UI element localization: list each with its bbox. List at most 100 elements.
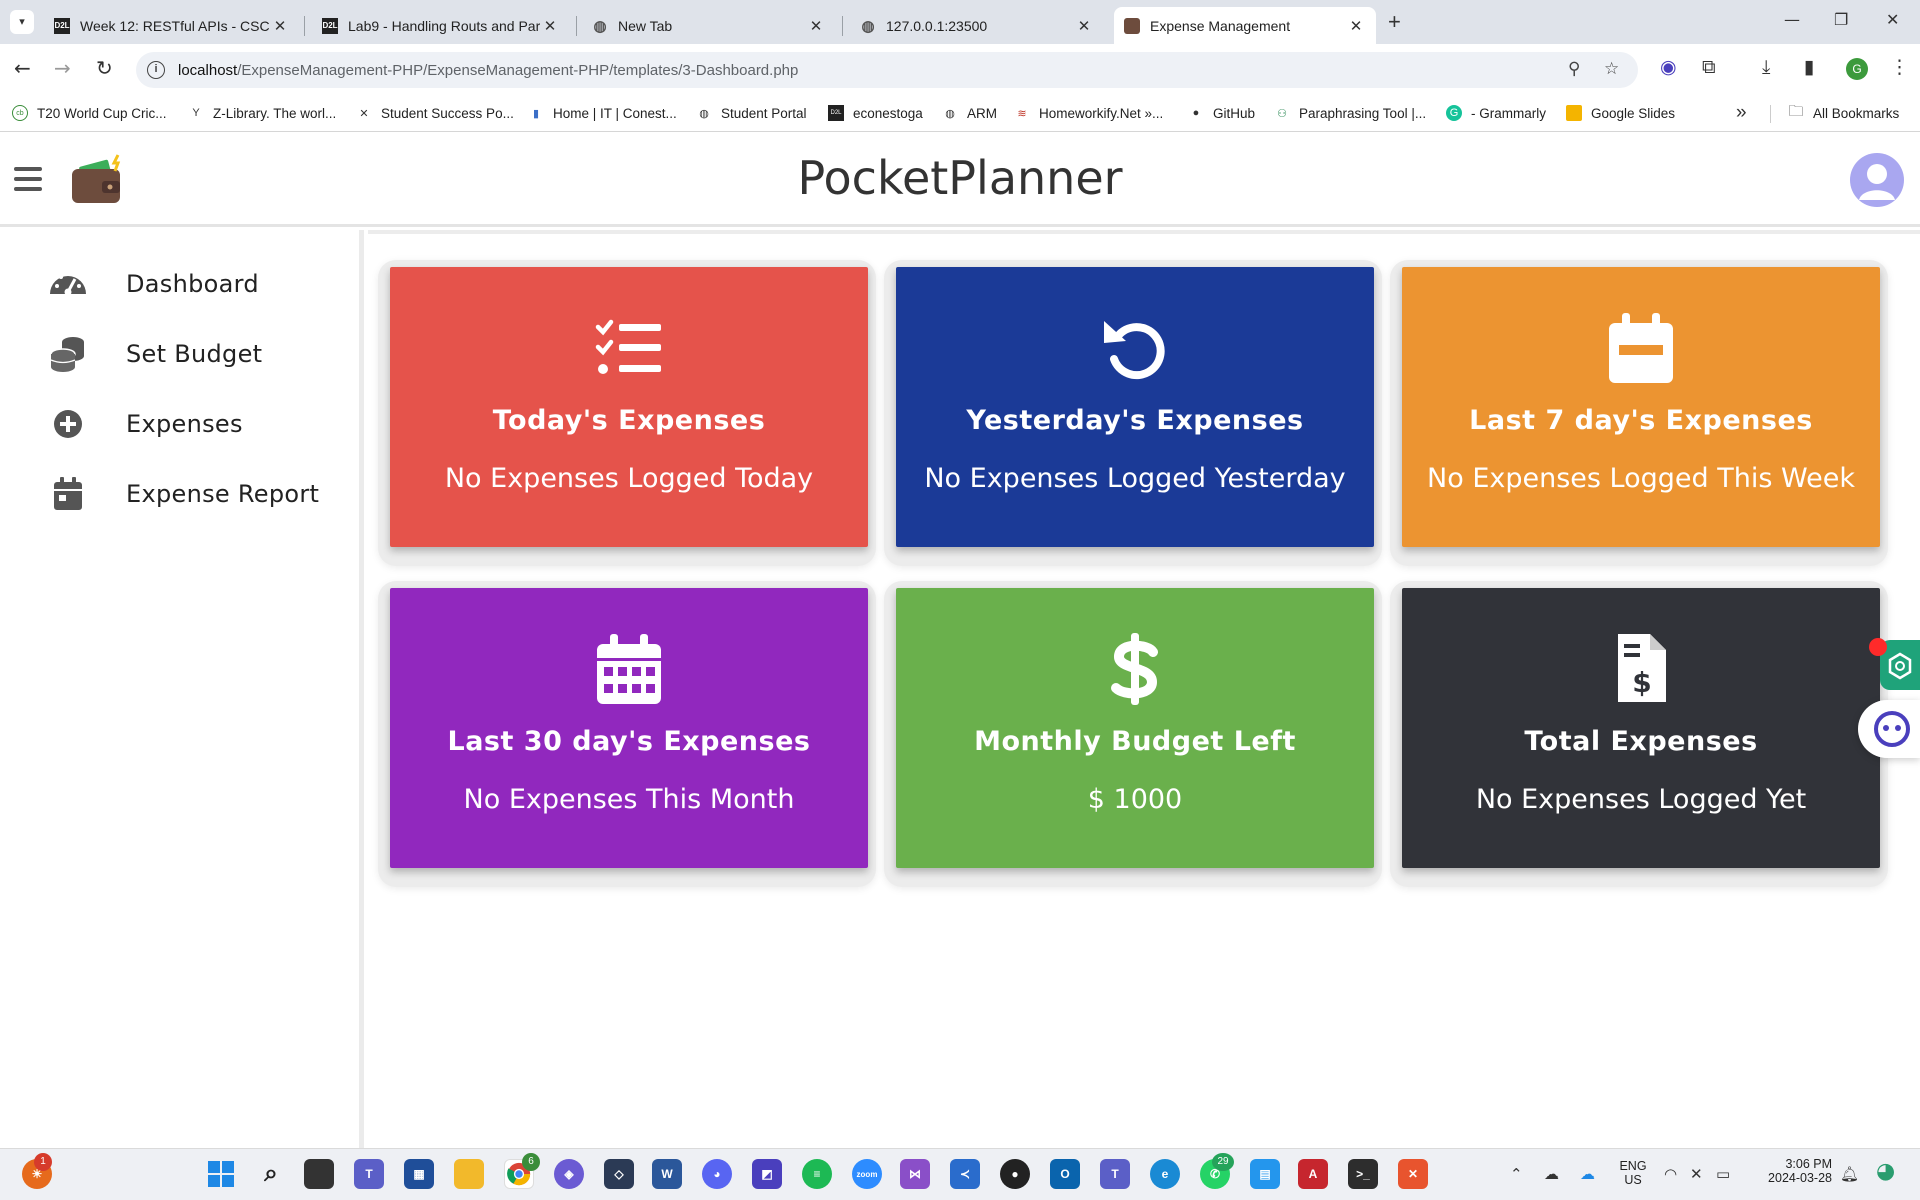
close-tab-icon[interactable]: ✕: [1074, 17, 1094, 35]
vs-code-icon[interactable]: ≺: [950, 1159, 980, 1189]
restore-icon[interactable]: ❐: [1834, 10, 1848, 29]
bookmark-item[interactable]: ✕ Student Success Po...: [356, 105, 513, 121]
more-bookmarks-icon[interactable]: »: [1736, 102, 1747, 124]
last-30-days-expenses-card[interactable]: Last 30 day's Expenses No Expenses This …: [390, 588, 868, 868]
site-info-icon[interactable]: i: [147, 61, 165, 79]
github-desktop-icon[interactable]: ●: [1000, 1159, 1030, 1189]
last-7-days-expenses-card[interactable]: Last 7 day's Expenses No Expenses Logged…: [1402, 267, 1880, 547]
forward-arrow-icon[interactable]: →: [54, 56, 71, 80]
wifi-icon[interactable]: ◠: [1664, 1165, 1677, 1183]
word-icon[interactable]: W: [652, 1159, 682, 1189]
language-indicator[interactable]: ENG US: [1616, 1159, 1650, 1187]
card-title: Monthly Budget Left: [974, 726, 1296, 757]
sidebar-item-dashboard[interactable]: Dashboard: [10, 256, 350, 312]
browser-tab-2[interactable]: D2L Lab9 - Handling Routs and Par ✕: [312, 7, 570, 44]
close-tab-icon[interactable]: ✕: [1346, 17, 1366, 35]
windows-start-icon[interactable]: [206, 1159, 236, 1189]
yesterdays-expenses-card[interactable]: Yesterday's Expenses No Expenses Logged …: [896, 267, 1374, 547]
zlibrary-icon: Y: [192, 107, 200, 119]
todays-expenses-card[interactable]: Today's Expenses No Expenses Logged Toda…: [390, 267, 868, 547]
close-tab-icon[interactable]: ✕: [270, 17, 290, 35]
edge-icon[interactable]: e: [1150, 1159, 1180, 1189]
docker-icon[interactable]: ▤: [1250, 1159, 1280, 1189]
teams-new-icon[interactable]: T: [1100, 1159, 1130, 1189]
card-value: No Expenses Logged Today: [444, 463, 814, 494]
bookmark-item[interactable]: ⚇ Paraphrasing Tool |...: [1274, 105, 1426, 121]
close-window-icon[interactable]: ✕: [1886, 10, 1899, 29]
card-title: Yesterday's Expenses: [966, 405, 1304, 436]
teams-icon[interactable]: T: [354, 1159, 384, 1189]
total-expenses-card[interactable]: $ Total Expenses No Expenses Logged Yet: [1402, 588, 1880, 868]
spotify-icon[interactable]: ≡: [802, 1159, 832, 1189]
card-container-today: Today's Expenses No Expenses Logged Toda…: [378, 260, 876, 566]
reload-icon[interactable]: ↻: [96, 56, 113, 80]
browser-tab-active[interactable]: Expense Management ✕: [1114, 7, 1376, 44]
download-icon[interactable]: ⤓: [1762, 56, 1770, 78]
all-bookmarks-button[interactable]: 🗀 All Bookmarks: [1788, 103, 1899, 121]
back-arrow-icon[interactable]: ←: [14, 56, 31, 80]
outlook-icon[interactable]: O: [1050, 1159, 1080, 1189]
discord-icon[interactable]: ◕: [702, 1159, 732, 1189]
zoom-icon[interactable]: ⚲: [1568, 59, 1580, 79]
visual-studio-icon[interactable]: ⋈: [900, 1159, 930, 1189]
clock[interactable]: 3:06 PM 2024-03-28: [1746, 1157, 1832, 1185]
side-panel-icon[interactable]: ▮: [1804, 56, 1814, 78]
plus-circle-icon: [48, 404, 88, 444]
browser-menu-icon[interactable]: ⋮: [1890, 56, 1909, 78]
task-view-icon[interactable]: [304, 1159, 334, 1189]
battery-icon[interactable]: ▭: [1716, 1165, 1730, 1183]
file-explorer-icon[interactable]: [454, 1159, 484, 1189]
globe-icon: ◍: [861, 17, 875, 35]
bookmark-item[interactable]: Y Z-Library. The worl...: [188, 105, 336, 121]
show-hidden-icons-icon[interactable]: ⌃: [1510, 1165, 1523, 1183]
bookmark-item[interactable]: ◍ Student Portal: [696, 105, 806, 121]
monthly-budget-left-card[interactable]: Monthly Budget Left $ 1000: [896, 588, 1374, 868]
bookmark-item[interactable]: ▮ Home | IT | Conest...: [528, 105, 677, 121]
xampp-icon[interactable]: ✕: [1398, 1159, 1428, 1189]
sidebar-item-set-budget[interactable]: Set Budget: [10, 326, 350, 382]
bookmark-item[interactable]: ≋ Homeworkify.Net »...: [1014, 105, 1163, 121]
search-icon[interactable]: ⌕: [256, 1159, 286, 1189]
browser-tab-3[interactable]: ◍ New Tab ✕: [582, 7, 836, 44]
browser-tab-4[interactable]: ◍ 127.0.0.1:23500 ✕: [850, 7, 1104, 44]
bookmark-item[interactable]: Google Slides: [1566, 105, 1675, 121]
notification-bell-icon[interactable]: 🔔︎: [1840, 1165, 1859, 1183]
new-tab-button[interactable]: +: [1388, 9, 1401, 35]
acrobat-icon[interactable]: A: [1298, 1159, 1328, 1189]
onedrive-icon[interactable]: ☁: [1544, 1165, 1559, 1183]
linear-icon[interactable]: ◩: [752, 1159, 782, 1189]
extension-assistant-icon[interactable]: ◉: [1660, 56, 1677, 78]
close-tab-icon[interactable]: ✕: [540, 17, 560, 35]
browser-tab-1[interactable]: D2L Week 12: RESTful APIs - CSCN7 ✕: [44, 7, 300, 44]
close-tab-icon[interactable]: ✕: [806, 17, 826, 35]
tab-search-button[interactable]: ▾: [10, 10, 34, 34]
invoice-dollar-icon: $: [1402, 632, 1880, 706]
minimize-icon[interactable]: —: [1784, 10, 1800, 29]
bookmark-item[interactable]: G- Grammarly: [1446, 105, 1546, 121]
bookmark-star-icon[interactable]: ☆: [1604, 59, 1619, 79]
bookmark-item[interactable]: ● GitHub: [1188, 105, 1255, 121]
bookmark-item[interactable]: cb T20 World Cup Cric...: [12, 105, 167, 121]
extensions-puzzle-icon[interactable]: ⧉: [1702, 56, 1716, 78]
copilot-icon[interactable]: ◈: [554, 1159, 584, 1189]
address-bar[interactable]: i localhost/ExpenseManagement-PHP/Expens…: [136, 52, 1638, 88]
profile-avatar-button[interactable]: G: [1846, 58, 1868, 80]
chrome-badge: 6: [522, 1153, 540, 1171]
terminal-icon[interactable]: >_: [1348, 1159, 1378, 1189]
sidebar-item-expense-report[interactable]: Expense Report: [10, 466, 350, 522]
onedrive-business-icon[interactable]: ☁: [1580, 1165, 1595, 1183]
sidebar-item-expenses[interactable]: Expenses: [10, 396, 350, 452]
zoom-icon[interactable]: zoom: [852, 1159, 882, 1189]
card-container-month: Last 30 day's Expenses No Expenses This …: [378, 581, 876, 887]
store-icon[interactable]: ▦: [404, 1159, 434, 1189]
bookmark-item[interactable]: D2L econestoga: [828, 105, 923, 121]
extension-assistant-floating-icon[interactable]: [1858, 700, 1920, 758]
d2l-icon: D2L: [54, 17, 70, 34]
copilot-tray-icon[interactable]: ◕: [1876, 1159, 1895, 1184]
user-avatar-icon[interactable]: [1850, 153, 1904, 207]
grammarly-icon: G: [1446, 105, 1462, 121]
volume-muted-icon[interactable]: ✕: [1690, 1165, 1703, 1183]
virtualbox-icon[interactable]: ◇: [604, 1159, 634, 1189]
browser-tab-bar: ▾ D2L Week 12: RESTful APIs - CSCN7 ✕ D2…: [0, 0, 1920, 44]
bookmark-item[interactable]: ◍ ARM: [942, 105, 997, 121]
